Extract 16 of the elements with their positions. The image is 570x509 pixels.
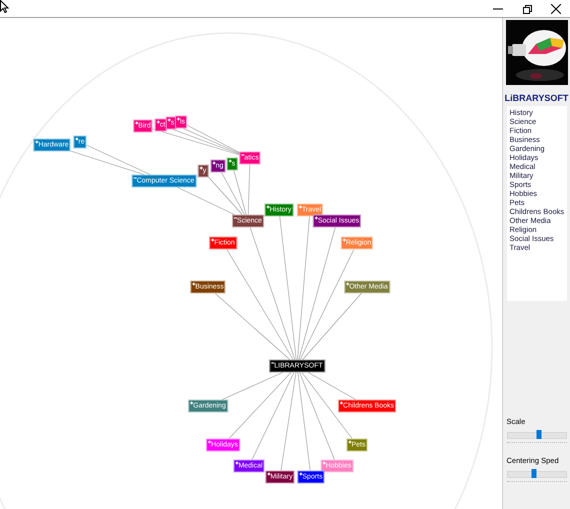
slider-track[interactable] [506, 432, 566, 439]
slider-thumb[interactable] [531, 469, 536, 478]
expander-icon[interactable] [271, 362, 274, 364]
expander-icon[interactable] [267, 472, 270, 476]
expander-icon[interactable] [299, 472, 302, 476]
expander-icon[interactable] [192, 282, 196, 286]
slider-thumb[interactable] [536, 430, 542, 439]
expander-icon[interactable] [235, 462, 238, 464]
slider-track[interactable] [506, 471, 566, 478]
expander-icon[interactable] [200, 166, 203, 170]
app-title: LiBRARYSOFT [504, 93, 568, 103]
expander-icon[interactable] [212, 162, 216, 164]
expander-icon[interactable] [234, 216, 238, 220]
expander-icon[interactable] [314, 216, 318, 220]
close-icon[interactable] [550, 4, 560, 14]
restore-icon[interactable] [522, 4, 532, 14]
